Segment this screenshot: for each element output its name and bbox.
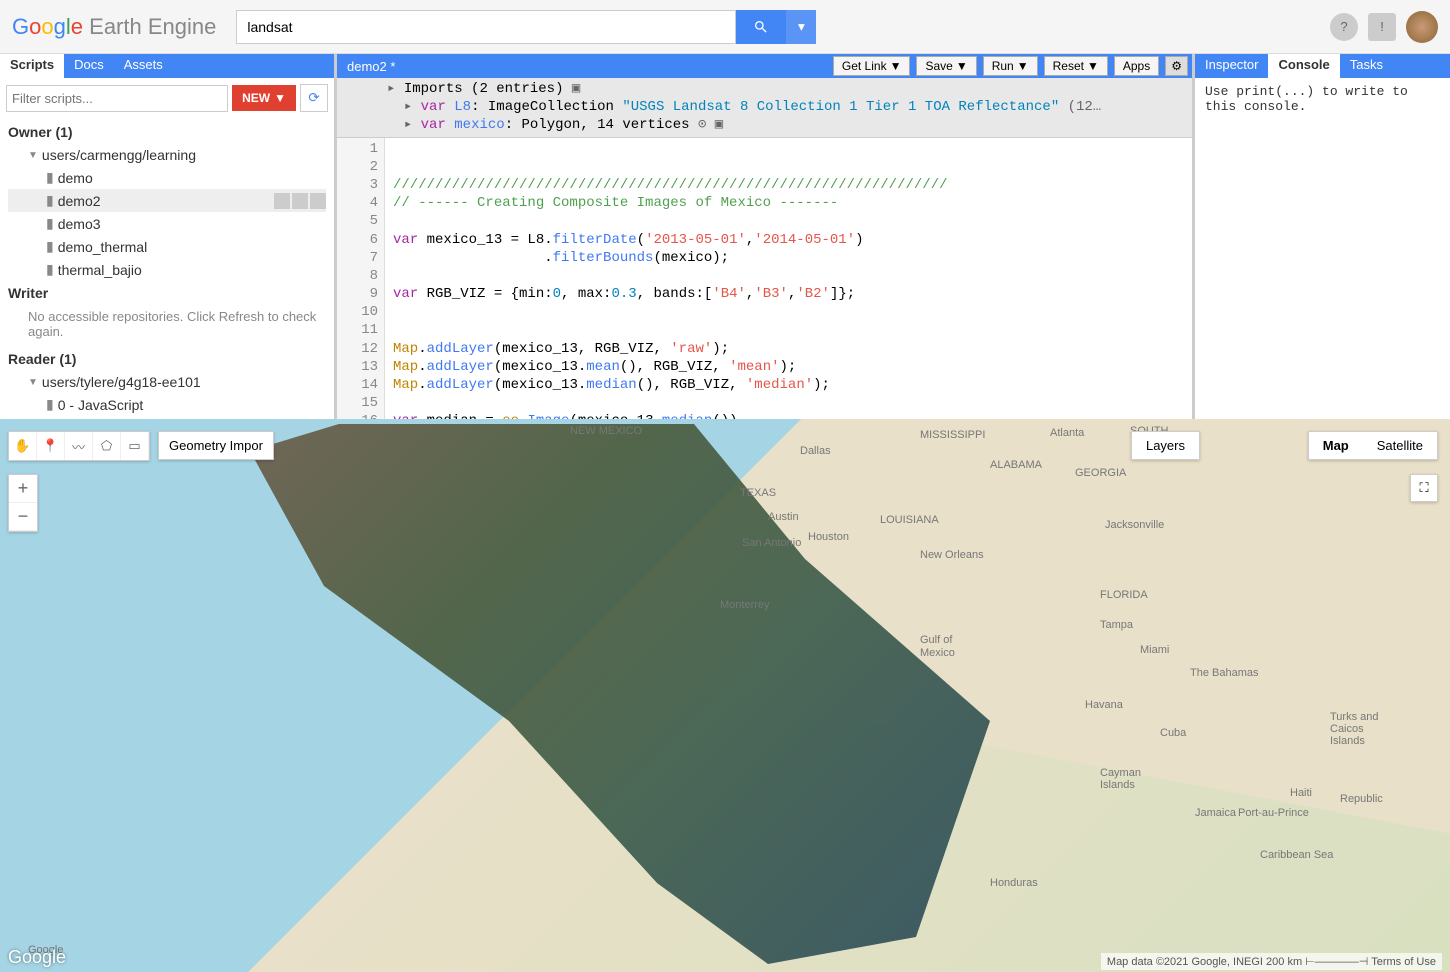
map-label: Miami (1140, 644, 1169, 656)
point-tool[interactable]: 📍 (37, 432, 65, 460)
writer-header[interactable]: Writer (8, 281, 326, 305)
apps-button[interactable]: Apps (1114, 56, 1159, 76)
code-editor[interactable]: ////////////////////////////////////////… (385, 138, 1192, 419)
zoom-in[interactable]: + (9, 475, 37, 503)
map-label: Haiti (1290, 787, 1312, 799)
layers-button[interactable]: Layers (1131, 431, 1200, 460)
map-label: Dallas (800, 445, 831, 457)
script-item[interactable]: ▮demo_thermal (8, 235, 326, 258)
map-label: Honduras (990, 877, 1038, 889)
delete-icon[interactable] (310, 193, 326, 209)
help-icon[interactable]: ? (1330, 13, 1358, 41)
tab-console[interactable]: Console (1268, 54, 1339, 78)
map-label: GEORGIA (1075, 467, 1126, 479)
reset-button[interactable]: Reset ▼ (1044, 56, 1108, 76)
google-logo: Google (8, 947, 66, 968)
map-label: Atlanta (1050, 427, 1084, 439)
owner-header[interactable]: Owner (1) (8, 120, 326, 144)
getlink-button[interactable]: Get Link ▼ (833, 56, 911, 76)
map-label: Caribbean Sea (1260, 849, 1333, 861)
map-label: Turks and (1330, 711, 1379, 723)
save-button[interactable]: Save ▼ (916, 56, 976, 76)
logo: Google Earth Engine (12, 14, 216, 40)
history-icon[interactable] (274, 193, 290, 209)
map-label: Cuba (1160, 727, 1186, 739)
edit-icon[interactable] (292, 193, 308, 209)
search-input[interactable] (236, 10, 736, 44)
search-dropdown[interactable]: ▾ (786, 10, 816, 44)
map-label: Gulf of (920, 634, 952, 646)
tab-assets[interactable]: Assets (114, 54, 173, 78)
map-label: Caicos (1330, 723, 1364, 735)
writer-msg: No accessible repositories. Click Refres… (8, 305, 326, 347)
avatar[interactable] (1406, 11, 1438, 43)
tab-docs[interactable]: Docs (64, 54, 114, 78)
maptype-map[interactable]: Map (1309, 432, 1363, 459)
map-label: Republic (1340, 793, 1383, 805)
pan-tool[interactable]: ✋ (9, 432, 37, 460)
search-button[interactable] (736, 10, 786, 44)
reader-header[interactable]: Reader (1) (8, 347, 326, 371)
imports-block[interactable]: ▸ Imports (2 entries) ▣ ▸ var L8: ImageC… (337, 78, 1192, 138)
map-label: San Antonio (742, 537, 801, 549)
map-label: LOUISIANA (880, 514, 939, 526)
repo-item[interactable]: ▼ users/carmengg/learning (8, 144, 326, 166)
line-tool[interactable]: 〰 (65, 432, 93, 460)
script-item-selected[interactable]: ▮demo2 (8, 189, 326, 212)
new-button[interactable]: NEW ▼ (232, 85, 296, 111)
map-label: TEXAS (740, 487, 776, 499)
map-label: Tampa (1100, 619, 1133, 631)
announcements-icon[interactable]: ! (1368, 13, 1396, 41)
map-label: NEW MEXICO (570, 425, 642, 437)
rect-tool[interactable]: ▭ (121, 432, 149, 460)
zoom-out[interactable]: − (9, 503, 37, 531)
map-label: Port-au-Prince (1238, 807, 1309, 819)
fullscreen-button[interactable]: ⛶ (1410, 474, 1438, 502)
polygon-tool[interactable]: ⬠ (93, 432, 121, 460)
map-label: ALABAMA (990, 459, 1042, 471)
tab-inspector[interactable]: Inspector (1195, 54, 1268, 78)
map-label: Islands (1100, 779, 1135, 791)
map-label: Houston (808, 531, 849, 543)
map-label: FLORIDA (1100, 589, 1148, 601)
map-label: The Bahamas (1190, 667, 1258, 679)
script-item[interactable]: ▮demo3 (8, 212, 326, 235)
map-label: New Orleans (920, 549, 984, 561)
settings-button[interactable]: ⚙ (1165, 56, 1188, 76)
map-label: Austin (768, 511, 799, 523)
map-label: Jacksonville (1105, 519, 1164, 531)
script-item[interactable]: ▮demo (8, 166, 326, 189)
console-message: Use print(...) to write to this console. (1195, 78, 1450, 120)
line-gutter: 1234567891011121314151617181920 (337, 138, 385, 419)
geometry-imports[interactable]: Geometry Impor (158, 431, 274, 460)
editor-tab-name: demo2 * (337, 59, 405, 74)
script-item[interactable]: ▮thermal_bajio (8, 258, 326, 281)
map-label: Monterrey (720, 599, 770, 611)
map-label: MISSISSIPPI (920, 429, 985, 441)
map-label: Havana (1085, 699, 1123, 711)
tab-scripts[interactable]: Scripts (0, 54, 64, 78)
maptype-satellite[interactable]: Satellite (1363, 432, 1437, 459)
map-attribution: Map data ©2021 Google, INEGI 200 km ⊢———… (1101, 953, 1442, 970)
map-label: Cayman (1100, 767, 1141, 779)
refresh-button[interactable]: ⟳ (300, 84, 328, 112)
map-label: Islands (1330, 735, 1365, 747)
script-item[interactable]: ▮0 - JavaScript (8, 393, 326, 416)
map-label: Jamaica (1195, 807, 1236, 819)
map[interactable]: NEW MEXICO Dallas MISSISSIPPI ALABAMA Atlant… (0, 419, 1450, 972)
run-button[interactable]: Run ▼ (983, 56, 1038, 76)
repo-item[interactable]: ▼ users/tylere/g4g18-ee101 (8, 371, 326, 393)
map-label: Mexico (920, 647, 955, 659)
filter-scripts-input[interactable] (6, 85, 228, 112)
tab-tasks[interactable]: Tasks (1340, 54, 1393, 78)
